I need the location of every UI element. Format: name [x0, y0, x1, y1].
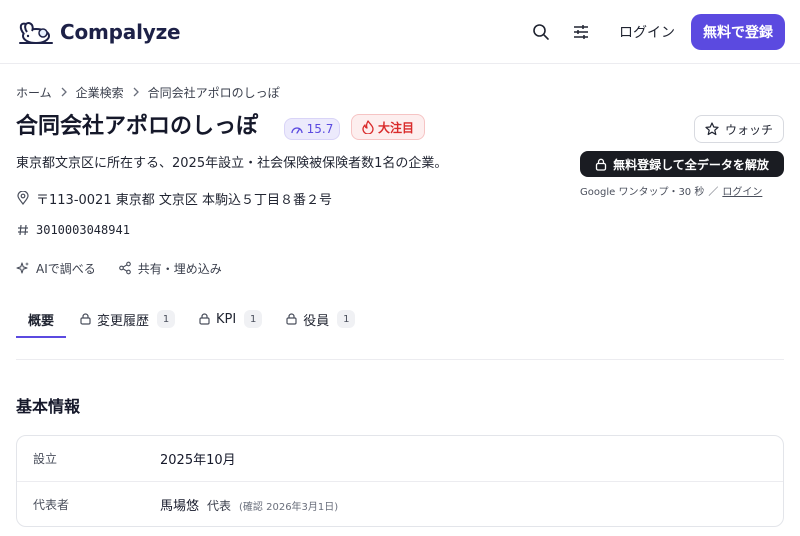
tab-count-badge: 1: [244, 310, 263, 328]
info-row-established: 設立 2025年10月: [17, 436, 783, 481]
page-title: 合同会社アポロのしっぽ: [16, 114, 259, 139]
onetap-text: Google ワンタップ・30 秒: [580, 186, 705, 198]
tab-bar: 概要 変更履歴 1 KPI 1 役員 1: [16, 300, 356, 338]
hot-label: 大注目: [377, 120, 414, 135]
breadcrumb: ホーム 企業検索 合同会社アポロのしっぽ: [16, 83, 280, 101]
breadcrumb-home[interactable]: ホーム: [16, 84, 52, 101]
unlock-data-button[interactable]: 無料登録して全データを解放: [580, 151, 784, 177]
login-link[interactable]: ログイン: [613, 20, 681, 44]
lock-icon: [80, 313, 91, 325]
representative-role: 代表: [207, 498, 232, 513]
tab-kpi[interactable]: KPI 1: [199, 300, 263, 338]
search-icon: [533, 24, 549, 40]
tab-label: 変更履歴: [97, 313, 150, 329]
corporate-number-row: 3010003048941: [16, 221, 130, 239]
address-text: 〒113-0021 東京都 文京区 本駒込５丁目８番２号: [36, 192, 332, 208]
tab-label: 役員: [303, 313, 330, 329]
search-button[interactable]: [529, 20, 553, 44]
share-icon: [118, 261, 131, 275]
representative-confirmed-date: (確認 2026年3月1日): [239, 501, 339, 513]
note-login-link[interactable]: ログイン: [722, 183, 762, 198]
score-badge: 15.7: [284, 118, 340, 140]
breadcrumb-current: 合同会社アポロのしっぽ: [147, 85, 280, 100]
score-value: 15.7: [306, 122, 334, 136]
chevron-right-icon: [60, 87, 68, 97]
share-embed-label: 共有・埋め込み: [137, 261, 222, 276]
ai-research-label: AIで調べる: [36, 261, 96, 276]
corporate-number: 3010003048941: [36, 223, 130, 237]
flame-icon: [362, 120, 374, 134]
unlock-label: 無料登録して全データを解放: [613, 157, 769, 172]
hash-icon: [16, 223, 30, 237]
logo[interactable]: Compalyze: [16, 16, 181, 48]
info-value: 馬場悠 代表 (確認 2026年3月1日): [160, 495, 338, 514]
filter-button[interactable]: [569, 20, 593, 44]
sparkle-icon: [16, 262, 29, 274]
hot-badge: 大注目: [351, 114, 425, 140]
tab-count-badge: 1: [337, 310, 356, 328]
tab-officers[interactable]: 役員 1: [286, 300, 356, 338]
tab-count-badge: 1: [157, 310, 176, 328]
address-row: 〒113-0021 東京都 文京区 本駒込５丁目８番２号: [16, 188, 332, 208]
signup-button[interactable]: 無料で登録: [691, 14, 785, 50]
info-row-representative: 代表者 馬場悠 代表 (確認 2026年3月1日): [17, 481, 783, 526]
gauge-icon: [290, 127, 303, 134]
chevron-right-icon: [132, 87, 140, 97]
basic-info-card: 設立 2025年10月 代表者 馬場悠 代表 (確認 2026年3月1日): [16, 435, 784, 527]
google-onetap-note: Google ワンタップ・30 秒 ／ ログイン: [580, 183, 762, 198]
representative-name: 馬場悠: [160, 498, 200, 514]
tab-change-history[interactable]: 変更履歴 1: [80, 300, 176, 338]
established-value: 2025年10月: [160, 453, 236, 468]
share-embed-button[interactable]: 共有・埋め込み: [118, 260, 222, 277]
top-header: Compalyze ログイン 無料で登録: [0, 0, 800, 64]
star-icon: [705, 122, 719, 136]
logo-text: Compalyze: [60, 20, 181, 44]
info-label: 代表者: [33, 497, 70, 512]
basic-info-title: 基本情報: [16, 397, 81, 416]
actions-row: AIで調べる 共有・埋め込み: [16, 259, 222, 277]
company-description: 東京都文京区に所在する、2025年設立・社会保険被保険者数1名の企業。: [16, 156, 448, 171]
watch-label: ウォッチ: [724, 122, 773, 137]
tab-label: 概要: [28, 313, 55, 329]
ai-research-button[interactable]: AIで調べる: [16, 260, 96, 277]
info-label: 設立: [33, 452, 58, 466]
breadcrumb-search[interactable]: 企業検索: [76, 84, 124, 101]
lock-icon: [199, 313, 210, 325]
lock-icon: [286, 313, 297, 325]
tab-overview[interactable]: 概要: [16, 300, 67, 338]
rabbit-logo-icon: [19, 22, 53, 44]
section-divider: [16, 359, 784, 360]
map-pin-icon: [16, 191, 30, 205]
note-separator: ／: [708, 186, 719, 198]
watch-button[interactable]: ウォッチ: [694, 115, 784, 143]
lock-icon: [596, 158, 607, 171]
sliders-icon: [574, 25, 588, 39]
info-value: 2025年10月: [160, 449, 236, 468]
tab-label: KPI: [216, 311, 237, 327]
